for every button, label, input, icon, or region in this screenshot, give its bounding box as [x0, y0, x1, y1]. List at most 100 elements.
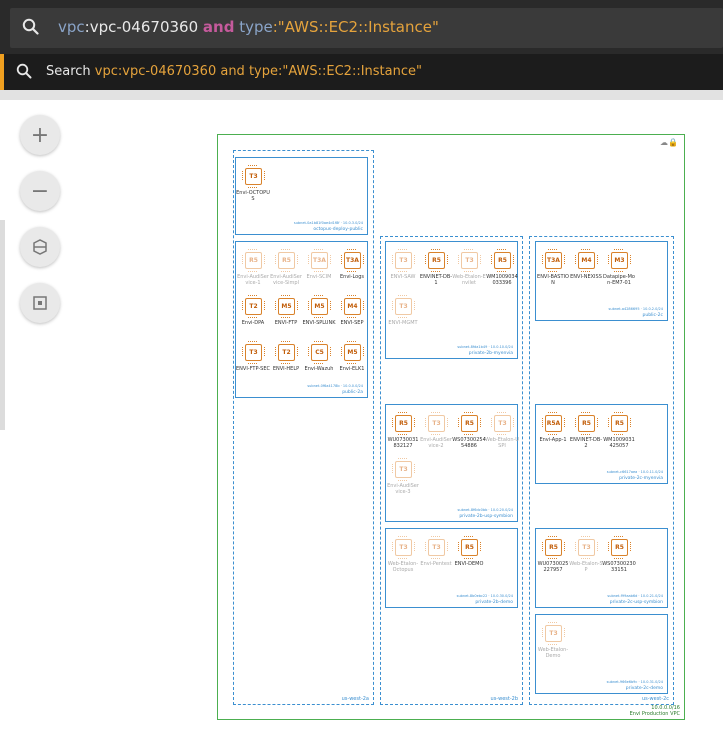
- instance-name: Web-Etalon-Envilet: [452, 274, 486, 286]
- instance-name: ENVI-SAW: [390, 274, 416, 280]
- ec2-chip-icon: T3: [392, 458, 415, 481]
- ec2-chip-icon: R5A: [542, 412, 565, 435]
- ec2-chip-icon: T3: [458, 249, 481, 272]
- ec2-chip-icon: T2: [275, 341, 298, 364]
- query-token: vpc: [58, 18, 85, 36]
- instance-name: WS0730023033151: [602, 561, 636, 573]
- ec2-chip-icon: T3: [425, 536, 448, 559]
- subnet-name: private-2c-demo: [625, 686, 663, 691]
- subnet-box[interactable]: T3 Web-Etalon-Octopus T3 Envi-Pentest R5 ENVI…: [385, 528, 518, 608]
- zoom-in-button[interactable]: +: [20, 115, 60, 155]
- instance-name: ENVINET-DB-1: [419, 274, 453, 286]
- az-label: us-west-2c: [641, 696, 669, 702]
- subnet-name: public-2a: [342, 390, 363, 395]
- ec2-chip-icon: M4: [341, 295, 364, 318]
- ec2-chip-icon: T3: [575, 536, 598, 559]
- subnet-name: public-2c: [642, 313, 663, 318]
- scrollbar[interactable]: [0, 220, 5, 430]
- ec2-chip-icon: C5: [308, 341, 331, 364]
- ec2-chip-icon: T3A: [308, 249, 331, 272]
- instance-name: WM1009034033396: [486, 274, 518, 286]
- suggestion-highlight: [0, 54, 4, 90]
- flip-icon: [33, 239, 47, 255]
- minus-icon: −: [30, 178, 50, 204]
- ec2-chip-icon: R5: [458, 536, 481, 559]
- ec2-chip-icon: T3: [491, 412, 514, 435]
- subnet-box[interactable]: R5A Envi-App-1 R5 ENVINET-DB-2 R5 WM100903142…: [535, 404, 668, 484]
- subnet-name: private-2b-demo: [475, 600, 513, 605]
- subnet-box[interactable]: T3A ENVI-BASTION M4 ENVI-NEXISS M3 Datapipe-M…: [535, 241, 668, 321]
- zoom-out-button[interactable]: −: [20, 171, 60, 211]
- instance-name: ENVI-SPLUNK: [302, 320, 336, 326]
- subnet-box[interactable]: R5 Envi-AudiService-1 R5 Envi-AudiService-S…: [235, 241, 368, 398]
- instance-name: ENVI-DEMO: [454, 561, 484, 567]
- subnet-box[interactable]: T3 Envi-OCTOPUS subnet-0a1b81f0ae4d1f8f · …: [235, 157, 368, 235]
- ec2-chip-icon: R5: [542, 536, 565, 559]
- instance-name: Web-Etalon-SP: [569, 561, 603, 573]
- ec2-chip-icon: R5: [575, 412, 598, 435]
- ec2-chip-icon: M4: [575, 249, 598, 272]
- subnet-box[interactable]: T3 ENVI-SAW R5 ENVINET-DB-1 T3 Web-Etalon-Env…: [385, 241, 518, 359]
- instance-name: Envi-SCIM: [306, 274, 332, 280]
- instance-name: Envi-AudiService-1: [237, 274, 269, 286]
- subnet-id: subnet-0a1b81f0ae4d1f8f · 10.0.3.0/24: [293, 221, 363, 225]
- subnet-name: private-2c-myenvia: [619, 476, 663, 481]
- instance-name: Envi-AudiService-Simpl: [270, 274, 302, 286]
- subnet-id: subnet-8b0ebc22 · 10.0.30.0/24: [456, 594, 513, 598]
- ec2-chip-icon: R5: [491, 249, 514, 272]
- ec2-chip-icon: M5: [308, 295, 331, 318]
- subnet-box[interactable]: R5 WU0730031832127 T3 Envi-AudiService-2 R5 W…: [385, 404, 519, 522]
- ec2-chip-icon: R5: [275, 249, 298, 272]
- ec2-chip-icon: T3: [392, 249, 415, 272]
- search-suggestion[interactable]: Search vpc:vpc-04670360 and type:"AWS::E…: [0, 54, 723, 90]
- instance-name: ENVI-HELP: [272, 366, 300, 372]
- search-query-text[interactable]: vpc:vpc-04670360 and type:"AWS::EC2::Ins…: [58, 18, 439, 36]
- ec2-chip-icon: T3: [425, 412, 448, 435]
- instance-name: ENVI-FTP-SEC: [236, 366, 270, 372]
- instance-name: Envi-Pentest: [420, 561, 452, 567]
- ec2-chip-icon: R5: [608, 412, 631, 435]
- az-label: us-west-2b: [490, 696, 518, 702]
- vpc-name: Envi Production VPC: [629, 711, 680, 717]
- instance-name: Envi-Logs: [339, 274, 365, 280]
- instance-name: ENVI-MGMT: [388, 320, 418, 326]
- query-token: :"AWS::EC2::Instance": [272, 18, 439, 36]
- layout-button[interactable]: [20, 227, 60, 267]
- subnet-name: private-2b-usp-symbion: [459, 514, 513, 519]
- vpc-label: 10.0.0.0/16 Envi Production VPC: [630, 705, 680, 717]
- instance-name: Web-Etalon-USPI: [485, 437, 519, 449]
- ec2-chip-icon: T3A: [341, 249, 364, 272]
- instance-name: Envi-OCTOPUS: [236, 190, 270, 202]
- subnet-id: subnet-8fda1b49 · 10.0.10.0/24: [457, 345, 513, 349]
- fit-icon: [33, 296, 47, 310]
- instance-name: ENVINET-DB-2: [569, 437, 603, 449]
- suggestion-query: vpc:vpc-04670360 and type:"AWS::EC2::Ins…: [94, 64, 422, 79]
- instance-name: Envi-ELK1: [339, 366, 365, 372]
- instance-name: Envi-AudiService-2: [420, 437, 452, 449]
- instance-name: WU0730031832127: [387, 437, 419, 449]
- ec2-chip-icon: R5: [608, 536, 631, 559]
- ec2-chip-icon: T2: [242, 295, 265, 318]
- instance-name: WM1009031425057: [603, 437, 635, 449]
- ec2-chip-icon: T3A: [542, 249, 565, 272]
- instance-name: Envi-DPA: [241, 320, 265, 326]
- ec2-chip-icon: M5: [341, 341, 364, 364]
- subnet-id: subnet-8f6dc0bb · 10.0.20.0/24: [457, 508, 513, 512]
- plus-icon: +: [30, 122, 50, 148]
- subnet-box[interactable]: T3 Web-Etalon-Demo subnet-966e6b9c · 10.0.…: [535, 614, 668, 694]
- instance-name: Datapipe-Mon-EM7-01: [603, 274, 635, 286]
- instance-name: ENVI-SEP: [340, 320, 364, 326]
- subnet-id: subnet-c6617aea · 10.0.11.0/24: [606, 470, 663, 474]
- subnet-name: octopus-deploy-public: [313, 227, 363, 232]
- fit-button[interactable]: [20, 283, 60, 323]
- instance-name: Web-Etalon-Demo: [537, 647, 569, 659]
- instance-name: Web-Etalon-Octopus: [387, 561, 419, 573]
- subnet-box[interactable]: R5 WU0730025227957 T3 Web-Etalon-SP R5 WS0730…: [535, 528, 668, 608]
- subnet-id: subnet-a4286695 · 10.0.2.0/24: [608, 307, 663, 311]
- ec2-chip-icon: R5: [392, 412, 415, 435]
- suggestion-prefix: Search: [46, 64, 95, 79]
- instance-name: ENVI-BASTION: [537, 274, 569, 286]
- ec2-chip-icon: T3: [242, 165, 265, 188]
- ec2-chip-icon: M3: [608, 249, 631, 272]
- instance-name: WS0730025454886: [452, 437, 486, 449]
